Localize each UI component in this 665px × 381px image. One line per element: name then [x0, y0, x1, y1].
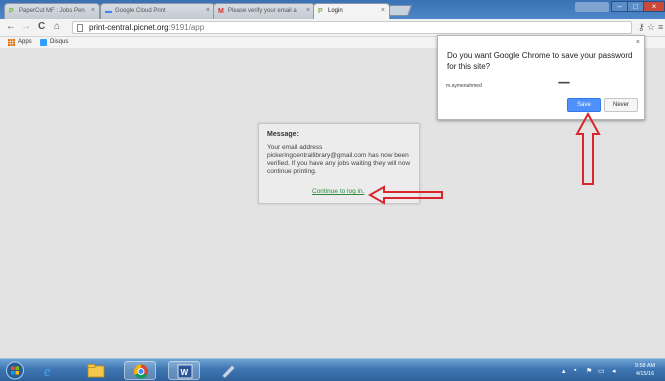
- star-icon[interactable]: ☆: [647, 21, 655, 33]
- tab-label: PaperCut MF : Jobs Pen: [19, 8, 85, 14]
- message-box: Message: Your email address pickeringcen…: [258, 123, 420, 204]
- taskbar-file-explorer[interactable]: [80, 361, 112, 380]
- close-icon[interactable]: ×: [306, 4, 310, 18]
- never-save-button[interactable]: Never: [604, 98, 638, 112]
- minimize-button[interactable]: –: [611, 1, 628, 12]
- tab-gmail-verify[interactable]: M Please verify your email a ×: [213, 3, 315, 19]
- taskbar-clock[interactable]: 9:58 AM 4/15/16: [628, 362, 662, 378]
- tab-cloud-print[interactable]: ▬ Google Cloud Print ×: [100, 3, 215, 19]
- message-title: Message:: [267, 131, 299, 138]
- tab-strip: P PaperCut MF : Jobs Pen × ▬ Google Clou…: [0, 0, 665, 19]
- close-icon[interactable]: ×: [381, 4, 385, 18]
- tab-papercut-jobs[interactable]: P PaperCut MF : Jobs Pen ×: [4, 3, 100, 19]
- close-icon[interactable]: ×: [206, 4, 210, 18]
- address-bar[interactable]: print-central.picnet.org:9191/app: [72, 21, 632, 34]
- back-icon[interactable]: ←: [6, 21, 16, 33]
- url-host: print-central.picnet.org: [89, 23, 169, 32]
- bookmark-apps[interactable]: Apps: [8, 37, 32, 48]
- tab-label: Please verify your email a: [228, 8, 297, 14]
- taskbar-chrome[interactable]: [124, 361, 156, 380]
- home-icon[interactable]: ⌂: [54, 21, 60, 33]
- up-arrow-annotation: [575, 112, 601, 185]
- url-path: :9191/app: [168, 23, 205, 32]
- key-icon[interactable]: ⚷: [638, 21, 645, 33]
- taskbar-word[interactable]: W: [168, 361, 200, 380]
- windows-start-icon: [6, 361, 24, 380]
- svg-text:W: W: [181, 368, 189, 377]
- saved-password-mask: ••••••••••: [558, 81, 570, 87]
- continue-to-login-link[interactable]: Continue to log in.: [312, 188, 364, 195]
- papercut-icon: P: [318, 8, 323, 15]
- network-icon[interactable]: ▭: [598, 367, 605, 375]
- taskbar-internet-explorer[interactable]: e: [34, 361, 66, 380]
- bookmark-disqus[interactable]: Disqus: [40, 37, 68, 48]
- chrome-icon: [133, 364, 148, 379]
- tray-arrow-icon[interactable]: ▴: [562, 367, 566, 375]
- reload-icon[interactable]: C: [38, 21, 45, 33]
- saved-username: m.aymenahmed: [446, 83, 482, 89]
- page-icon: [77, 24, 83, 32]
- close-icon[interactable]: ×: [91, 4, 95, 18]
- bookmark-label: Disqus: [50, 39, 69, 45]
- gmail-icon: M: [218, 8, 224, 15]
- message-body: Your email address pickeringcentrallibra…: [267, 144, 411, 175]
- save-password-question: Do you want Google Chrome to save your p…: [447, 51, 633, 71]
- profile-button[interactable]: [575, 2, 609, 12]
- svg-text:e: e: [44, 364, 51, 380]
- close-icon[interactable]: ×: [636, 39, 640, 46]
- volume-icon[interactable]: ◂: [612, 367, 616, 375]
- papercut-icon: P: [9, 8, 14, 15]
- cloud-print-icon: ▬: [105, 8, 112, 15]
- tab-login[interactable]: P Login ×: [313, 3, 390, 19]
- apps-grid-icon: [8, 39, 15, 46]
- bookmark-label: Apps: [18, 39, 32, 45]
- taskbar-paint[interactable]: [212, 361, 244, 380]
- menu-icon[interactable]: ≡: [658, 21, 663, 33]
- flag-icon[interactable]: ⚑: [586, 367, 592, 375]
- clock-date: 4/15/16: [635, 371, 655, 377]
- save-password-button[interactable]: Save: [567, 98, 601, 112]
- tray-app-icon[interactable]: ▪: [574, 367, 576, 374]
- taskbar: e W ▴ ▪ ⚑ ▭ ◂ 9:58 AM 4/15/16: [0, 358, 665, 381]
- forward-icon[interactable]: →: [21, 21, 31, 33]
- word-icon: W: [177, 364, 193, 379]
- tab-label: Google Cloud Print: [115, 8, 166, 14]
- clock-time: 9:58 AM: [634, 363, 656, 369]
- folder-icon: [87, 364, 105, 378]
- disqus-icon: [40, 39, 47, 46]
- save-password-bubble: × Do you want Google Chrome to save your…: [437, 35, 645, 120]
- maximize-button[interactable]: □: [627, 1, 644, 12]
- paint-icon: [221, 364, 236, 379]
- window-close-button[interactable]: ×: [643, 1, 665, 12]
- tab-label: Login: [328, 8, 343, 14]
- screen: P PaperCut MF : Jobs Pen × ▬ Google Clou…: [0, 0, 665, 381]
- ie-icon: e: [44, 364, 51, 380]
- start-button[interactable]: [4, 361, 28, 380]
